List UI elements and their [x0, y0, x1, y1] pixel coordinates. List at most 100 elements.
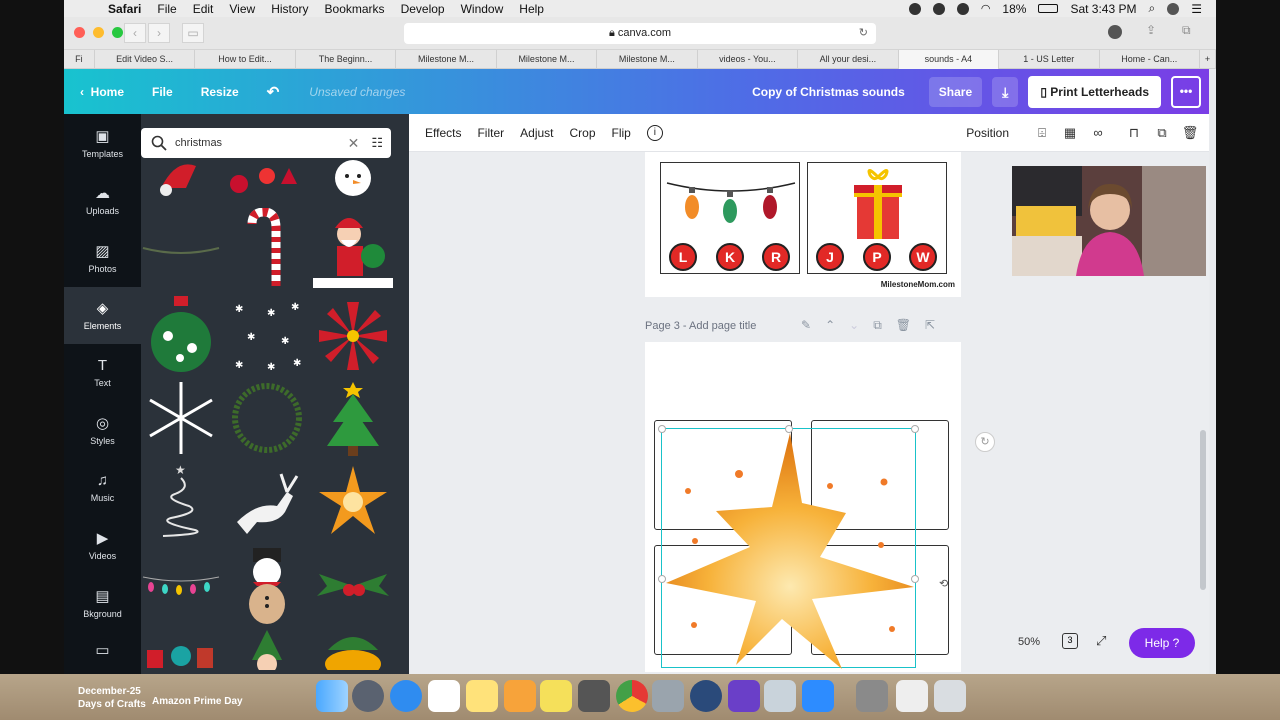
quicktime-icon[interactable]	[690, 680, 722, 712]
share-button[interactable]: Share	[928, 76, 983, 107]
refresh-comment-icon[interactable]: ↻	[975, 432, 995, 452]
screenshot-icon[interactable]	[652, 680, 684, 712]
lights-card[interactable]: L K R	[660, 162, 800, 274]
filter-button[interactable]: Filter	[477, 126, 504, 140]
notes-icon[interactable]	[466, 680, 498, 712]
wifi-icon[interactable]: ◠	[981, 2, 991, 15]
rail-photos[interactable]: ▨ Photos	[64, 229, 141, 287]
effects-button[interactable]: Effects	[425, 126, 461, 140]
flip-button[interactable]: Flip	[612, 126, 631, 140]
elf-element[interactable]	[227, 630, 307, 670]
vertical-scrollbar[interactable]	[1200, 430, 1206, 590]
imovie-icon[interactable]	[728, 680, 760, 712]
lock-icon[interactable]: ⊓	[1125, 124, 1143, 142]
tab[interactable]: Home - Can...	[1100, 50, 1200, 69]
wreath-element[interactable]	[227, 378, 307, 458]
santa-element[interactable]	[313, 208, 393, 288]
rail-elements[interactable]: ◈ Elements	[64, 286, 141, 344]
christmas-tree-element[interactable]	[313, 378, 393, 458]
swirl-tree-element[interactable]: ★	[141, 462, 221, 542]
paint-roller-icon[interactable]: ⌹	[1033, 124, 1051, 142]
position-button[interactable]: Position	[966, 126, 1009, 140]
rail-videos[interactable]: ▶ Videos	[64, 517, 141, 575]
rotate-handle-icon[interactable]: ⟲	[939, 577, 948, 590]
filter-icon[interactable]: ☷	[371, 135, 383, 151]
search-bar[interactable]: christmas ✕ ☷	[141, 128, 391, 158]
gift-card[interactable]: J P W	[807, 162, 947, 274]
trash-icon[interactable]: 🗑︎	[1181, 124, 1199, 142]
address-bar[interactable]: 🔒︎ canva.com ↻	[404, 23, 876, 44]
resize-handle[interactable]	[658, 575, 666, 583]
rail-folder[interactable]: ▭	[64, 632, 141, 672]
document-title[interactable]: Copy of Christmas sounds	[752, 85, 905, 99]
menu-history[interactable]: History	[271, 2, 308, 16]
rail-text[interactable]: T Text	[64, 344, 141, 402]
control-list-icon[interactable]: ☰	[1191, 2, 1202, 16]
candy-cane-element[interactable]	[227, 208, 307, 288]
spotlight-icon[interactable]: ⌕	[1149, 1, 1156, 16]
santa-hat-element[interactable]	[141, 158, 221, 198]
pudding-element[interactable]	[313, 630, 393, 670]
rail-music[interactable]: ♫ Music	[64, 459, 141, 517]
tab[interactable]: Edit Video S...	[95, 50, 196, 69]
resize-handle[interactable]	[785, 425, 793, 433]
clear-search-icon[interactable]: ✕	[348, 135, 360, 152]
tab[interactable]: videos - You...	[698, 50, 799, 69]
tab[interactable]: Milestone M...	[597, 50, 698, 69]
resize-button[interactable]: Resize	[201, 85, 239, 99]
zoom-level[interactable]: 50%	[1018, 636, 1040, 648]
selected-star-element[interactable]	[658, 425, 919, 669]
downloads-icon[interactable]	[1108, 25, 1122, 39]
page-3[interactable]: ⟲	[645, 342, 961, 672]
reindeer-element[interactable]	[227, 462, 307, 542]
battery-icon[interactable]	[1038, 4, 1059, 13]
tab[interactable]: Milestone M...	[396, 50, 497, 69]
clock[interactable]: Sat 3:43 PM	[1070, 2, 1136, 16]
move-page-down-icon[interactable]: ⌄	[849, 318, 859, 333]
chrome-icon[interactable]	[616, 680, 648, 712]
resize-handle[interactable]	[911, 575, 919, 583]
download-icon[interactable]: ⤓	[992, 76, 1019, 107]
info-icon[interactable]: i	[646, 124, 663, 141]
menu-window[interactable]: Window	[461, 2, 504, 16]
tab[interactable]: How to Edit...	[195, 50, 296, 69]
page-notes-icon[interactable]: ✎	[801, 318, 811, 333]
letter-circle[interactable]: P	[863, 243, 891, 271]
letter-circle[interactable]: J	[816, 243, 844, 271]
tab[interactable]: Fi	[64, 50, 95, 69]
transparency-icon[interactable]: ▦	[1061, 124, 1079, 142]
pages-icon[interactable]	[504, 680, 536, 712]
sidebar-toggle-icon[interactable]: ▭	[182, 23, 204, 43]
holly-element[interactable]	[313, 546, 393, 626]
menu-edit[interactable]: Edit	[193, 2, 214, 16]
tray-accessibility-icon[interactable]	[956, 2, 969, 15]
menu-bookmarks[interactable]: Bookmarks	[325, 2, 385, 16]
tab[interactable]: The Beginn...	[296, 50, 397, 69]
ornament-ball-element[interactable]	[141, 296, 221, 376]
more-options-button[interactable]: •••	[1171, 75, 1201, 108]
rail-templates[interactable]: ▣ Templates	[64, 114, 141, 172]
resize-handle[interactable]	[658, 425, 666, 433]
search-input[interactable]: christmas	[175, 137, 222, 149]
page-count-button[interactable]: 3	[1062, 633, 1078, 649]
forward-icon[interactable]: ›	[148, 23, 170, 43]
rail-background[interactable]: ▤ Bkground	[64, 574, 141, 632]
window-thumb-icon[interactable]	[856, 680, 888, 712]
safari-icon[interactable]	[390, 680, 422, 712]
menu-view[interactable]: View	[229, 2, 255, 16]
menu-help[interactable]: Help	[519, 2, 544, 16]
zoom-app-icon[interactable]	[802, 680, 834, 712]
stickies-icon[interactable]	[540, 680, 572, 712]
tab-active[interactable]: sounds - A4	[898, 50, 1000, 69]
ornaments-element[interactable]	[227, 158, 307, 198]
share-page-icon[interactable]: ⇪	[1146, 23, 1156, 37]
tab-overview-icon[interactable]: ⧉	[1182, 23, 1191, 38]
minimize-window-icon[interactable]	[93, 27, 104, 38]
tab[interactable]: Milestone M...	[497, 50, 598, 69]
page-title[interactable]: Page 3 - Add page title	[645, 320, 756, 332]
duplicate-page-icon[interactable]: ⧉	[873, 318, 882, 333]
snowman-head-element[interactable]	[313, 158, 393, 198]
move-page-up-icon[interactable]: ⌃	[825, 318, 835, 333]
reload-icon[interactable]: ↻	[859, 23, 868, 44]
calculator-icon[interactable]	[578, 680, 610, 712]
